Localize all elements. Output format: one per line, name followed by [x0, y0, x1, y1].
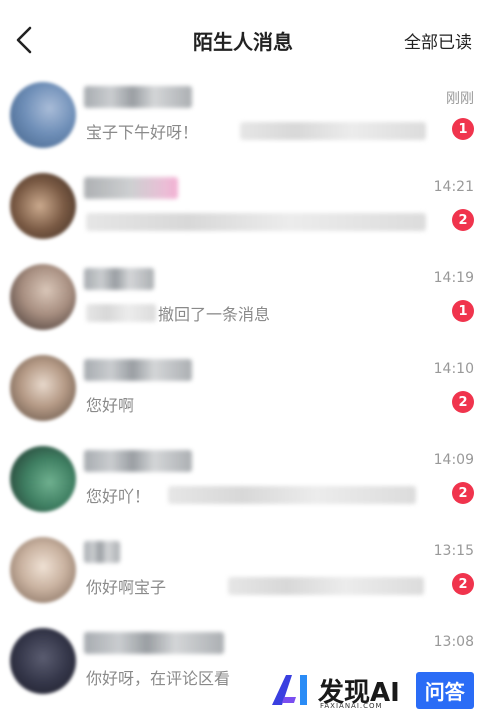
- watermark-tag: 问答: [415, 671, 474, 709]
- preview-redacted: [86, 304, 156, 322]
- unread-badge: 1: [452, 118, 474, 140]
- message-preview: 你好呀，在评论区看: [86, 669, 231, 688]
- avatar: [10, 264, 76, 330]
- nickname-redacted: [84, 450, 192, 472]
- watermark-domain: FAXIANAI.COM: [320, 702, 383, 710]
- mark-all-read-button[interactable]: 全部已读: [404, 28, 472, 53]
- conversation-list: 刚刚 宝子下午好呀！ 1 14:21 2 14:19 撤回了一条消息 1 14:…: [0, 82, 486, 719]
- chevron-left-icon: [16, 26, 32, 54]
- message-time: 14:09: [433, 452, 474, 468]
- avatar: [10, 446, 76, 512]
- message-time: 14:10: [433, 361, 474, 377]
- back-button[interactable]: [8, 22, 40, 58]
- site-watermark: 发现AI FAXIANAI.COM 问答: [270, 668, 476, 712]
- top-bar: 陌生人消息 全部已读: [0, 0, 486, 82]
- conversation-row[interactable]: 13:15 你好啊宝子 2: [0, 537, 486, 628]
- unread-badge: 1: [452, 300, 474, 322]
- message-time: 14:19: [433, 270, 474, 286]
- conversation-row[interactable]: 14:19 撤回了一条消息 1: [0, 264, 486, 355]
- unread-badge: 2: [452, 482, 474, 504]
- preview-redacted: [228, 577, 424, 595]
- message-preview: 你好啊宝子: [86, 578, 167, 597]
- nickname-redacted: [84, 632, 224, 654]
- nickname-redacted: [84, 86, 192, 108]
- message-preview: 宝子下午好呀！: [86, 123, 199, 142]
- message-preview: 撤回了一条消息: [158, 305, 271, 324]
- preview-redacted: [240, 122, 426, 140]
- conversation-row[interactable]: 刚刚 宝子下午好呀！ 1: [0, 82, 486, 173]
- nickname-redacted: [84, 268, 154, 290]
- message-time: 13:08: [433, 634, 474, 650]
- conversation-row[interactable]: 14:21 2: [0, 173, 486, 264]
- unread-badge: 2: [452, 391, 474, 413]
- message-time: 刚刚: [446, 91, 474, 107]
- unread-badge: 2: [452, 573, 474, 595]
- avatar: [10, 628, 76, 694]
- avatar: [10, 355, 76, 421]
- message-time: 14:21: [433, 179, 474, 195]
- nickname-redacted: [84, 177, 178, 199]
- avatar: [10, 82, 76, 148]
- avatar: [10, 173, 76, 239]
- message-preview: 您好啊: [86, 396, 135, 415]
- message-time: 13:15: [433, 543, 474, 559]
- ai-logo-icon: [272, 675, 307, 705]
- avatar: [10, 537, 76, 603]
- nickname-redacted: [84, 359, 192, 381]
- nickname-redacted: [84, 541, 120, 563]
- preview-redacted: [86, 213, 426, 231]
- message-preview: 您好吖！: [86, 487, 151, 506]
- conversation-row[interactable]: 14:10 您好啊 2: [0, 355, 486, 446]
- preview-redacted: [168, 486, 416, 504]
- conversation-row[interactable]: 14:09 您好吖！ 2: [0, 446, 486, 537]
- unread-badge: 2: [452, 209, 474, 231]
